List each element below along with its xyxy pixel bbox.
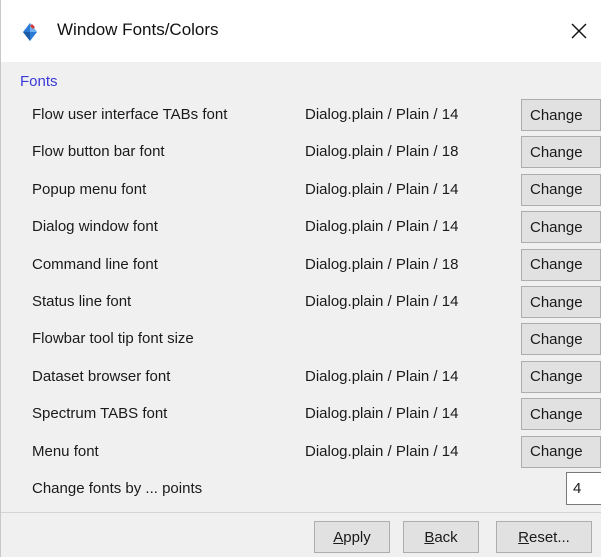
font-row-label: Status line font — [32, 293, 132, 310]
font-row-label: Flowbar tool tip font size — [32, 330, 194, 348]
font-row-flowbar-tooltip-font-size: Flowbar tool tip font size Change — [1, 321, 601, 357]
font-row-value: Dialog.plain / Plain / 14 — [305, 106, 459, 123]
font-row-value: Dialog.plain / Plain / 14 — [305, 180, 459, 198]
close-icon — [571, 23, 587, 39]
change-button-dataset-browser-font[interactable]: Change — [521, 360, 601, 393]
font-row-value: Dialog.plain / Plain / 14 — [305, 218, 459, 236]
points-input[interactable] — [566, 472, 601, 505]
font-row-value: Dialog.plain / Plain / 14 — [305, 293, 459, 310]
font-row-status-line-font: Status line font Dialog.plain / Plain / 1… — [1, 284, 601, 320]
window-title: Window Fonts/Colors — [57, 20, 219, 39]
font-row-dialog-window-font: Dialog window font Dialog.plain / Plain /… — [1, 209, 601, 245]
font-row-value: Dialog.plain / Plain / 14 — [305, 405, 459, 423]
fonts-panel: Fonts Flow user interface TABs font Dialo… — [1, 62, 601, 512]
diamond-app-icon — [23, 23, 37, 41]
change-button-menu-font[interactable]: Change — [521, 435, 601, 468]
font-row-label: Flow user interface TABs font — [32, 106, 228, 123]
title-bar: Window Fonts/Colors — [1, 0, 601, 62]
change-button-status-line-font[interactable]: Change — [521, 286, 601, 318]
font-row-label: Menu font — [32, 442, 99, 460]
font-row-value: Dialog.plain / Plain / 14 — [305, 442, 459, 460]
button-bar: Apply Back Reset... — [1, 513, 601, 557]
font-row-flow-button-bar-font: Flow button bar font Dialog.plain / Plain… — [1, 134, 601, 170]
font-row-dataset-browser-font: Dataset browser font Dialog.plain / Plain… — [1, 359, 601, 395]
change-button-flowbar-tooltip-font-size[interactable]: Change — [521, 323, 601, 356]
font-row-label: Flow button bar font — [32, 143, 165, 161]
change-button-flow-button-bar-font[interactable]: Change — [521, 136, 601, 169]
font-row-label: Spectrum TABS font — [32, 405, 168, 423]
font-row-menu-font: Menu font Dialog.plain / Plain / 14 Change — [1, 434, 601, 470]
fonts-section-label: Fonts — [20, 73, 58, 90]
font-row-flow-tabs-font: Flow user interface TABs font Dialog.plai… — [1, 97, 601, 133]
change-fonts-by-label: Change fonts by ... points — [32, 480, 203, 497]
back-button[interactable]: Back — [403, 521, 479, 553]
font-row-label: Dataset browser font — [32, 367, 171, 385]
change-button-flow-tabs-font[interactable]: Change — [521, 99, 601, 131]
font-row-value: Dialog.plain / Plain / 14 — [305, 367, 459, 385]
font-row-value: Dialog.plain / Plain / 18 — [305, 143, 459, 161]
change-button-spectrum-tabs-font[interactable]: Change — [521, 398, 601, 431]
font-row-value: Dialog.plain / Plain / 18 — [305, 255, 459, 273]
font-row-label: Dialog window font — [32, 218, 158, 236]
change-fonts-by-row: Change fonts by ... points — [1, 471, 601, 507]
font-row-label: Command line font — [32, 255, 158, 273]
font-row-popup-menu-font: Popup menu font Dialog.plain / Plain / 14… — [1, 172, 601, 208]
apply-button[interactable]: Apply — [314, 521, 390, 553]
fonts-colors-dialog: Window Fonts/Colors Fonts Flow user inte… — [0, 0, 601, 557]
close-button[interactable] — [557, 12, 601, 50]
change-button-dialog-window-font[interactable]: Change — [521, 211, 601, 244]
reset-button[interactable]: Reset... — [496, 521, 592, 553]
change-button-command-line-font[interactable]: Change — [521, 248, 601, 281]
font-row-label: Popup menu font — [32, 180, 147, 198]
change-button-popup-menu-font[interactable]: Change — [521, 173, 601, 206]
font-row-spectrum-tabs-font: Spectrum TABS font Dialog.plain / Plain /… — [1, 396, 601, 432]
font-row-command-line-font: Command line font Dialog.plain / Plain / … — [1, 247, 601, 283]
